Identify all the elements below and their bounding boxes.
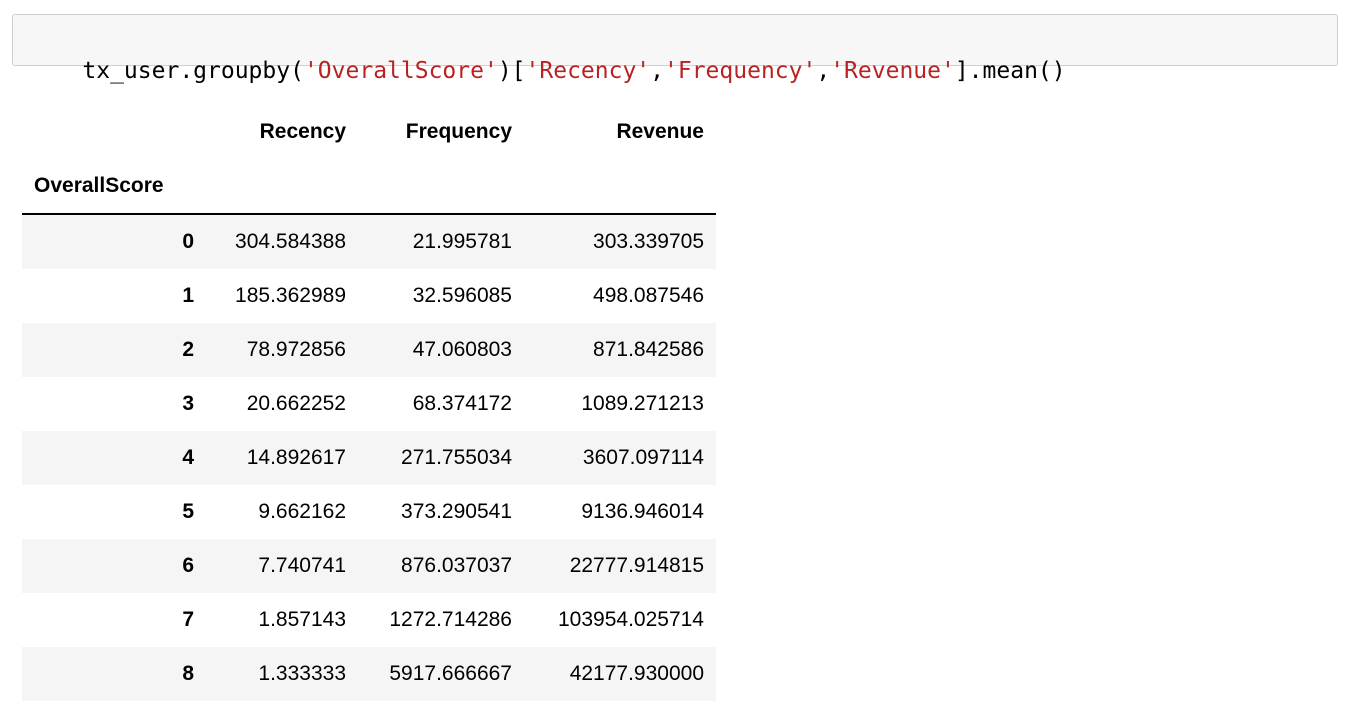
code-token: , (816, 58, 831, 84)
cell-revenue: 3607.097114 (582, 446, 704, 469)
cell-revenue: 871.842586 (593, 338, 704, 361)
header-blank-cell (358, 159, 524, 215)
column-header-recency: Recency (206, 105, 358, 159)
cell-revenue: 103954.025714 (558, 608, 704, 631)
table-row: 8 1.333333 5917.666667 42177.930000 (22, 647, 716, 701)
row-index: 2 (182, 338, 194, 361)
cell-frequency: 1272.714286 (389, 608, 512, 631)
cell-revenue: 498.087546 (593, 284, 704, 307)
cell-recency: 20.662252 (246, 392, 346, 415)
row-index: 3 (182, 392, 194, 415)
row-index: 0 (182, 230, 194, 253)
cell-frequency: 21.995781 (412, 230, 512, 253)
header-blank-cell (206, 159, 358, 215)
table-body: 0 304.584388 21.995781 303.339705 1 185.… (22, 214, 716, 701)
cell-frequency: 32.596085 (412, 284, 512, 307)
table-row: 1 185.362989 32.596085 498.087546 (22, 269, 716, 323)
code-cell-input[interactable]: tx_user.groupby('OverallScore')['Recency… (12, 14, 1338, 84)
column-header-row: Recency Frequency Revenue (22, 105, 716, 159)
cell-frequency: 47.060803 (412, 338, 512, 361)
cell-frequency: 373.290541 (401, 500, 512, 523)
column-header-revenue: Revenue (524, 105, 716, 159)
code-token: )[ (497, 58, 526, 84)
header-blank-cell (22, 105, 206, 159)
row-index: 7 (182, 608, 194, 631)
table-row: 7 1.857143 1272.714286 103954.025714 (22, 593, 716, 647)
table-row: 0 304.584388 21.995781 303.339705 (22, 214, 716, 269)
code-string-token: 'Recency' (525, 58, 651, 84)
cell-revenue: 42177.930000 (569, 662, 704, 685)
cell-frequency: 271.755034 (401, 446, 512, 469)
code-token: , (650, 58, 665, 84)
code-token: ].mean() (954, 58, 1066, 84)
table-row: 3 20.662252 68.374172 1089.271213 (22, 377, 716, 431)
cell-recency: 7.740741 (258, 554, 346, 577)
code-string-token: 'Revenue' (830, 58, 955, 84)
header-blank-cell (524, 159, 716, 215)
cell-frequency: 5917.666667 (389, 662, 512, 685)
table-row: 6 7.740741 876.037037 22777.914815 (22, 539, 716, 593)
column-header-frequency: Frequency (358, 105, 524, 159)
cell-revenue: 22777.914815 (569, 554, 704, 577)
table-row: 4 14.892617 271.755034 3607.097114 (22, 431, 716, 485)
cell-recency: 1.333333 (258, 662, 346, 685)
code-string-token: 'Frequency' (664, 58, 817, 84)
cell-revenue: 9136.946014 (581, 500, 704, 523)
cell-frequency: 876.037037 (401, 554, 512, 577)
cell-revenue: 303.339705 (593, 230, 704, 253)
cell-recency: 78.972856 (246, 338, 346, 361)
row-index: 5 (182, 500, 194, 523)
table-row: 5 9.662162 373.290541 9136.946014 (22, 485, 716, 539)
row-index: 1 (182, 284, 194, 307)
row-index: 8 (182, 662, 194, 685)
cell-recency: 9.662162 (258, 500, 346, 523)
index-name-row: OverallScore (22, 159, 716, 215)
code-line[interactable]: tx_user.groupby('OverallScore')['Recency… (27, 26, 1066, 116)
code-token: tx_user.groupby( (82, 58, 304, 84)
cell-revenue: 1089.271213 (581, 392, 704, 415)
code-string-token: 'OverallScore' (303, 58, 498, 84)
table-header: Recency Frequency Revenue OverallScore (22, 105, 716, 215)
row-index: 4 (182, 446, 194, 469)
cell-recency: 185.362989 (235, 284, 346, 307)
dataframe-output-table: Recency Frequency Revenue OverallScore 0… (22, 105, 716, 701)
cell-recency: 1.857143 (258, 608, 346, 631)
table-row: 2 78.972856 47.060803 871.842586 (22, 323, 716, 377)
cell-recency: 14.892617 (246, 446, 346, 469)
cell-frequency: 68.374172 (412, 392, 512, 415)
cell-recency: 304.584388 (235, 230, 346, 253)
index-name-header: OverallScore (22, 159, 206, 215)
row-index: 6 (182, 554, 194, 577)
